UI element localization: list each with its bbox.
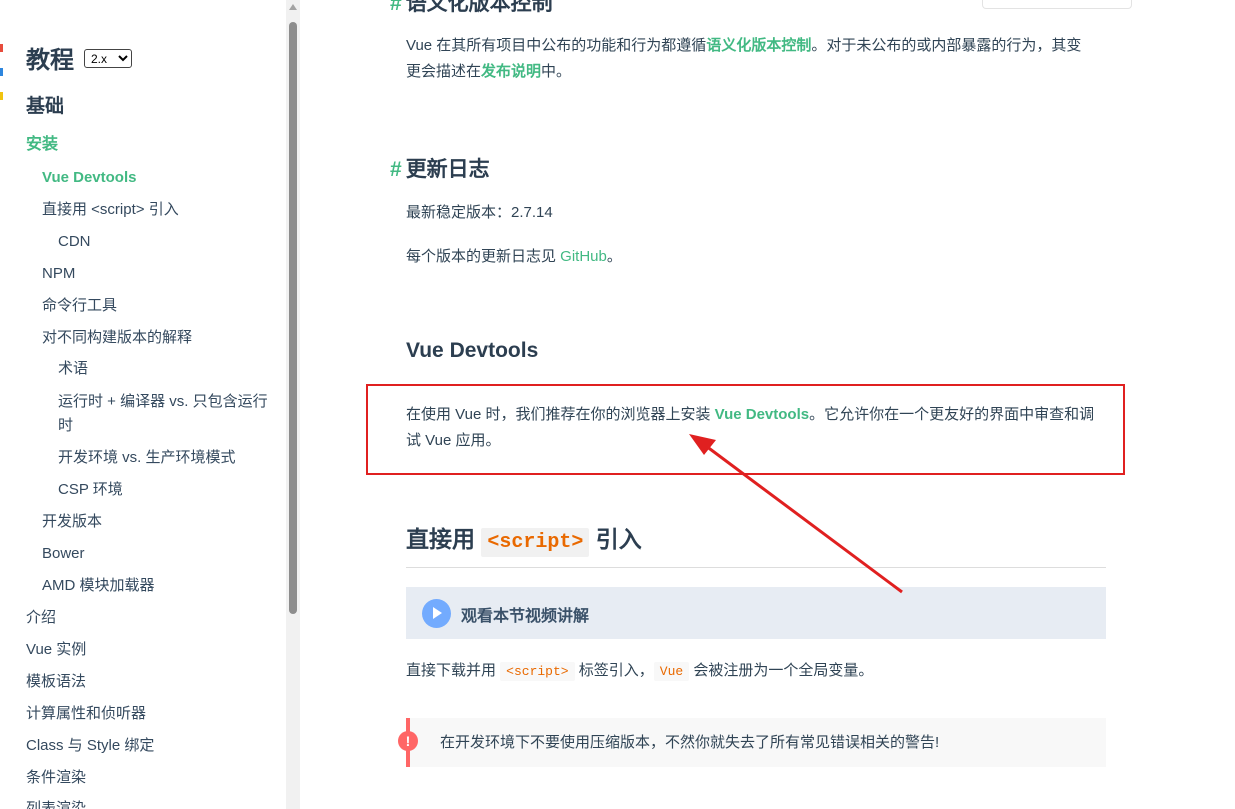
annotation-arrow: [689, 434, 903, 594]
